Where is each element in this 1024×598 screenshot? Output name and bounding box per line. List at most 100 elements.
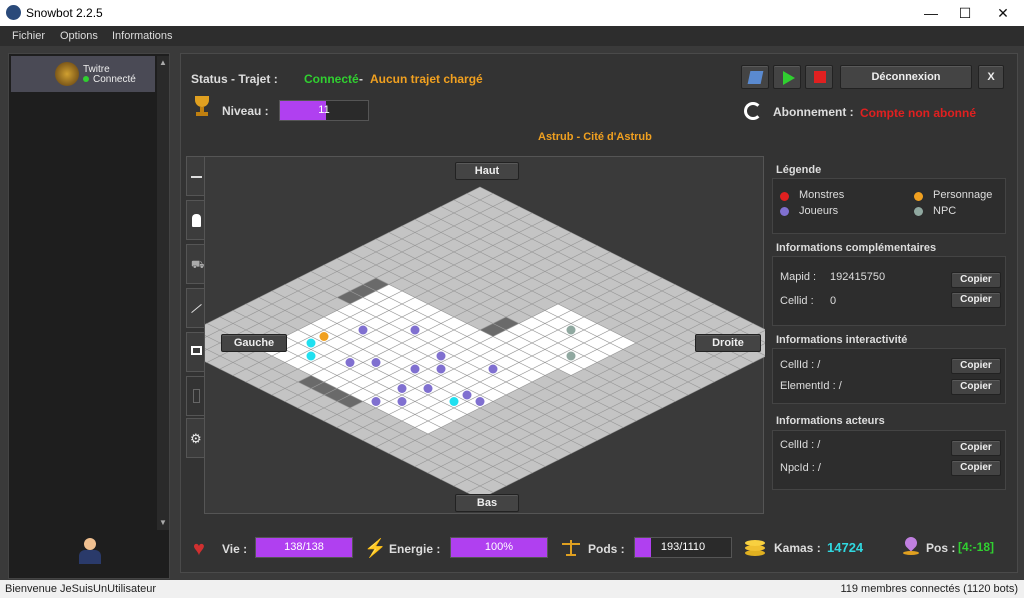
tab-bank[interactable]	[186, 376, 206, 416]
legend-panel: Monstres Personnage Joueurs NPC	[772, 178, 1006, 234]
map-entity[interactable]	[371, 397, 381, 406]
title-bar: Snowbot 2.2.5 — ☐ ✕	[0, 0, 1024, 26]
map-entity[interactable]	[397, 397, 407, 406]
heart-icon: ♥	[193, 538, 205, 560]
account-sidebar: Twitre Connecté ▲ ▼	[8, 53, 170, 579]
info-comp-panel: Mapid : 192415750 Copier Cellid : 0 Copi…	[772, 256, 1006, 326]
move-up-button[interactable]: Haut	[455, 162, 519, 180]
status-label: Status - Trajet :	[191, 72, 278, 86]
account-item[interactable]: Twitre Connecté	[11, 56, 155, 92]
cellid-label: Cellid :	[780, 295, 814, 307]
mapid-label: Mapid :	[780, 271, 817, 283]
move-left-button[interactable]: Gauche	[221, 334, 287, 352]
map-entity[interactable]	[306, 338, 316, 348]
map-entity[interactable]	[410, 325, 420, 335]
legend-npc: NPC	[933, 205, 957, 217]
personnage-dot-icon	[914, 192, 923, 201]
scroll-up-icon[interactable]: ▲	[159, 58, 167, 67]
tab-character[interactable]	[186, 200, 206, 240]
user-avatar-icon[interactable]	[79, 538, 101, 566]
gear-icon: ⚙	[190, 431, 202, 446]
kamas-value: 14724	[827, 540, 864, 555]
mapid-value: 192415750	[830, 271, 886, 283]
bank-icon	[193, 389, 200, 403]
vie-label: Vie :	[222, 542, 248, 556]
account-status: Connecté	[93, 74, 136, 85]
maximize-button[interactable]: ☐	[948, 0, 982, 26]
minimize-button[interactable]: —	[914, 0, 948, 26]
map-entity[interactable]	[371, 358, 381, 367]
copy-act-cellid-button[interactable]: Copier	[951, 440, 1001, 456]
play-button[interactable]	[773, 65, 801, 89]
map-entity[interactable]	[306, 351, 316, 361]
trajet-value: Aucun trajet chargé	[370, 72, 483, 86]
path-icon	[747, 71, 764, 84]
copy-inter-cellid-button[interactable]: Copier	[951, 358, 1001, 374]
map-grid[interactable]	[205, 157, 765, 515]
pods-value: 193/1110	[660, 541, 706, 553]
map-entity[interactable]	[488, 364, 498, 374]
pos-label: Pos :	[926, 541, 956, 555]
status-value: Connecté	[304, 72, 359, 86]
tab-path[interactable]	[186, 288, 206, 328]
map-entity[interactable]	[358, 325, 368, 335]
move-right-button[interactable]: Droite	[695, 334, 761, 352]
act-npcid: NpcId : /	[780, 462, 821, 474]
status-bar: Bienvenue JeSuisUnUtilisateur 119 membre…	[0, 580, 1024, 598]
map-entity[interactable]	[345, 358, 355, 367]
close-bot-button[interactable]: X	[978, 65, 1004, 89]
map-entity[interactable]	[423, 384, 433, 393]
map-pin-icon	[902, 534, 920, 557]
stop-icon	[814, 71, 826, 83]
online-dot-icon	[83, 76, 89, 82]
map-entity[interactable]	[397, 384, 407, 393]
menu-options[interactable]: Options	[60, 30, 98, 42]
tab-shop[interactable]: ⛟	[186, 244, 206, 284]
map-entity[interactable]	[566, 325, 576, 335]
trophy-icon	[194, 96, 210, 118]
close-button[interactable]: ✕	[986, 0, 1020, 26]
chat-icon	[191, 346, 202, 355]
monstres-dot-icon	[780, 192, 789, 201]
map-entity[interactable]	[410, 364, 420, 374]
energie-label: Energie :	[389, 542, 441, 556]
map-entity[interactable]	[566, 351, 576, 361]
map-entity[interactable]	[436, 351, 446, 361]
dash-icon	[191, 176, 202, 178]
lightning-icon: ⚡	[364, 538, 387, 558]
map-entity[interactable]	[475, 397, 485, 406]
map-entity[interactable]	[462, 390, 472, 400]
pos-value: [4:-18]	[958, 540, 995, 554]
copy-npcid-button[interactable]: Copier	[951, 460, 1001, 476]
tab-settings[interactable]: ⚙	[186, 418, 206, 458]
copy-cellid-button[interactable]: Copier	[951, 292, 1001, 308]
tab-minimize[interactable]	[186, 156, 206, 196]
deconnexion-button[interactable]: Déconnexion	[840, 65, 972, 89]
vie-value: 138/138	[284, 541, 324, 553]
path-editor-button[interactable]	[741, 65, 769, 89]
character-icon	[192, 214, 201, 227]
map-entity[interactable]	[449, 397, 459, 406]
scroll-down-icon[interactable]: ▼	[159, 518, 167, 527]
abonnement-label: Abonnement :	[773, 105, 854, 119]
legend-monstres: Monstres	[799, 189, 845, 201]
stop-button[interactable]	[805, 65, 833, 89]
menu-fichier[interactable]: Fichier	[12, 30, 45, 42]
cellid-value: 0	[830, 295, 837, 307]
pods-bar-fill	[635, 538, 652, 557]
members-count: 119 membres connectés (1120 bots)	[840, 583, 1018, 595]
info-inter-title: Informations interactivité	[776, 334, 908, 346]
tab-chat[interactable]	[186, 332, 206, 372]
move-down-button[interactable]: Bas	[455, 494, 519, 512]
map-entity[interactable]	[319, 332, 329, 341]
character-avatar-icon	[55, 62, 79, 86]
sidebar-scrollbar[interactable]: ▲ ▼	[157, 56, 169, 530]
menu-informations[interactable]: Informations	[112, 30, 173, 42]
map-location: Astrub - Cité d'Astrub	[538, 131, 652, 143]
map-entity[interactable]	[436, 364, 446, 374]
welcome-text: Bienvenue JeSuisUnUtilisateur	[5, 583, 157, 595]
app-logo-icon	[6, 5, 21, 20]
copy-elementid-button[interactable]: Copier	[951, 379, 1001, 395]
joueurs-dot-icon	[780, 207, 789, 216]
copy-mapid-button[interactable]: Copier	[951, 272, 1001, 288]
